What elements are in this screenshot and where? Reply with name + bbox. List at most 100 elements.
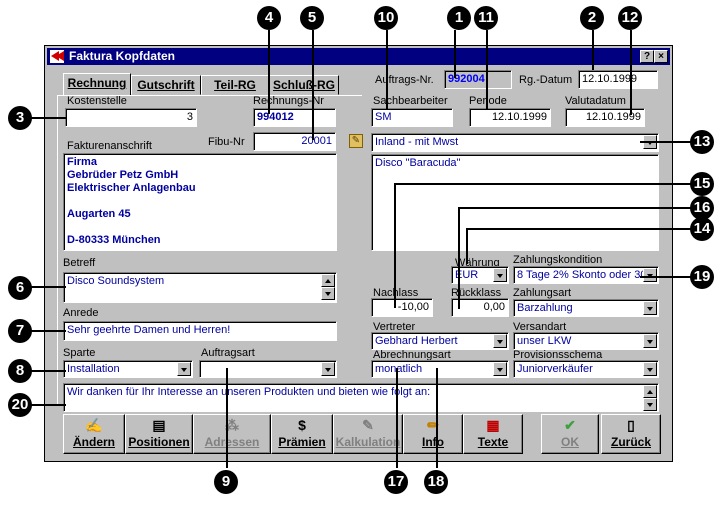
button-label: Prämien <box>278 435 326 449</box>
tab-schluss-rg[interactable]: Schluß-RG <box>269 75 339 95</box>
zahlungsart-label: Zahlungsart <box>513 287 572 299</box>
provisionsschema-dropdown[interactable]: Juniorverkäufer <box>513 360 659 378</box>
button-label: OK <box>561 435 579 449</box>
button-label: Texte <box>477 435 509 449</box>
button-label: Adressen <box>204 435 260 449</box>
address-icon: ⁂ <box>225 417 239 433</box>
texte-icon: ▦ <box>486 417 500 433</box>
chevron-down-icon[interactable] <box>643 268 657 282</box>
address-line <box>67 195 333 208</box>
callout-line <box>30 117 66 119</box>
note-textarea[interactable]: Disco "Baracuda" <box>371 154 659 251</box>
callout-8: 8 <box>8 359 32 383</box>
betreff-field[interactable]: Disco Soundsystem <box>63 272 337 303</box>
chevron-down-icon[interactable] <box>493 362 507 376</box>
chevron-down-icon[interactable] <box>493 268 507 282</box>
zahlungskondition-dropdown[interactable]: 8 Tage 2% Skonto oder 30 <box>513 266 659 284</box>
callout-15: 15 <box>690 172 714 196</box>
scroll-up-icon[interactable] <box>643 385 657 398</box>
button-label: Positionen <box>128 435 190 449</box>
sachbearbeiter-label: Sachbearbeiter <box>373 95 448 107</box>
callout-14: 14 <box>690 217 714 241</box>
kostenstelle-field[interactable]: 3 <box>65 108 197 127</box>
abrechnungsart-dropdown[interactable]: monatlich <box>371 360 509 378</box>
rg-datum-field[interactable]: 12.10.1999 <box>578 70 658 89</box>
callout-line <box>386 30 388 110</box>
chevron-down-icon[interactable] <box>493 334 507 348</box>
ok-button[interactable]: ✔ OK <box>541 414 599 454</box>
tab-rechnung[interactable]: Rechnung <box>63 73 131 96</box>
steuer-value: Inland - mit Mwst <box>375 136 459 148</box>
address-line: Gebrüder Petz GmbH <box>67 169 179 181</box>
footer-text-value: Wir danken für Ihr Interesse an unseren … <box>67 386 431 398</box>
footer-text-field[interactable]: Wir danken für Ihr Interesse an unseren … <box>63 383 659 412</box>
checkmark-icon: ✔ <box>564 417 576 433</box>
callout-line <box>640 276 694 278</box>
periode-field[interactable]: 12.10.1999 <box>469 108 551 127</box>
callout-6: 6 <box>8 276 32 300</box>
callout-line <box>312 30 314 140</box>
zahlungsart-dropdown[interactable]: Barzahlung <box>513 299 659 317</box>
close-button[interactable]: × <box>654 50 668 63</box>
callout-12: 12 <box>618 6 642 30</box>
callout-9: 9 <box>214 470 238 494</box>
chevron-down-icon[interactable] <box>643 362 657 376</box>
callout-7: 7 <box>8 319 32 343</box>
tab-gutschrift[interactable]: Gutschrift <box>131 75 201 95</box>
positionen-button[interactable]: ▤ Positionen <box>125 414 193 454</box>
rechnungs-nr-field[interactable]: 994012 <box>253 108 336 127</box>
scroll-up-icon[interactable] <box>321 274 335 287</box>
sparte-dropdown[interactable]: Installation <box>63 360 193 378</box>
scroll-down-icon[interactable] <box>643 398 657 411</box>
callout-2: 2 <box>580 6 604 30</box>
sachbearbeiter-field[interactable]: SM <box>371 108 453 127</box>
versandart-dropdown[interactable]: unser LKW <box>513 332 659 350</box>
edit-pencil-icon[interactable]: ✎ <box>349 134 363 148</box>
button-label: Ändern <box>73 435 115 449</box>
valutadatum-field[interactable]: 12.10.1999 <box>565 108 645 127</box>
callout-line <box>466 228 694 230</box>
address-line: Elektrischer Anlagenbau <box>67 182 196 194</box>
betreff-value: Disco Soundsystem <box>67 275 165 287</box>
praemien-button[interactable]: $ Prämien <box>271 414 333 454</box>
callout-line <box>630 30 632 115</box>
chevron-down-icon[interactable] <box>321 362 335 376</box>
info-button[interactable]: ✏ Info <box>403 414 463 454</box>
title-bar[interactable]: Faktura Kopfdaten ? × <box>47 48 670 65</box>
scroll-down-icon[interactable] <box>321 287 335 300</box>
chevron-down-icon[interactable] <box>643 334 657 348</box>
versandart-value: unser LKW <box>517 335 572 347</box>
auftragsart-dropdown[interactable] <box>199 360 337 378</box>
steuer-dropdown[interactable]: Inland - mit Mwst <box>371 133 659 152</box>
tab-teil-rg[interactable]: Teil-RG <box>201 75 269 95</box>
address-line <box>67 221 333 234</box>
callout-1: 1 <box>447 6 471 30</box>
adressen-button[interactable]: ⁂ Adressen <box>193 414 271 454</box>
button-label: Kalkulation <box>335 435 401 449</box>
callout-19: 19 <box>690 265 714 289</box>
callout-line <box>394 183 396 308</box>
callout-17: 17 <box>384 470 408 494</box>
fakturenanschrift-field[interactable]: Firma Gebrüder Petz GmbH Elektrischer An… <box>63 153 337 251</box>
dollar-icon: $ <box>298 417 306 433</box>
door-icon: ▯ <box>627 417 635 433</box>
vertreter-dropdown[interactable]: Gebhard Herbert <box>371 332 509 350</box>
calculator-icon: ✎ <box>362 417 374 433</box>
help-button[interactable]: ? <box>640 50 654 63</box>
anrede-label: Anrede <box>63 307 99 319</box>
fakturenanschrift-label: Fakturenanschrift <box>67 140 152 152</box>
callout-16: 16 <box>690 196 714 220</box>
callout-line <box>592 30 594 70</box>
chevron-down-icon[interactable] <box>643 301 657 315</box>
fibu-nr-field[interactable]: 20001 <box>253 132 336 151</box>
texte-button[interactable]: ▦ Texte <box>463 414 523 454</box>
anrede-field[interactable]: Sehr geehrte Damen und Herren! <box>63 321 337 341</box>
chevron-down-icon[interactable] <box>177 362 191 376</box>
nachlass-field[interactable]: -10,00 <box>371 298 433 317</box>
aendern-button[interactable]: ✍ Ändern <box>63 414 125 454</box>
kalkulation-button[interactable]: ✎ Kalkulation <box>333 414 403 454</box>
callout-line <box>458 207 460 309</box>
callout-18: 18 <box>424 470 448 494</box>
callout-13: 13 <box>690 130 714 154</box>
zurueck-button[interactable]: ▯ Zurück <box>601 414 661 454</box>
